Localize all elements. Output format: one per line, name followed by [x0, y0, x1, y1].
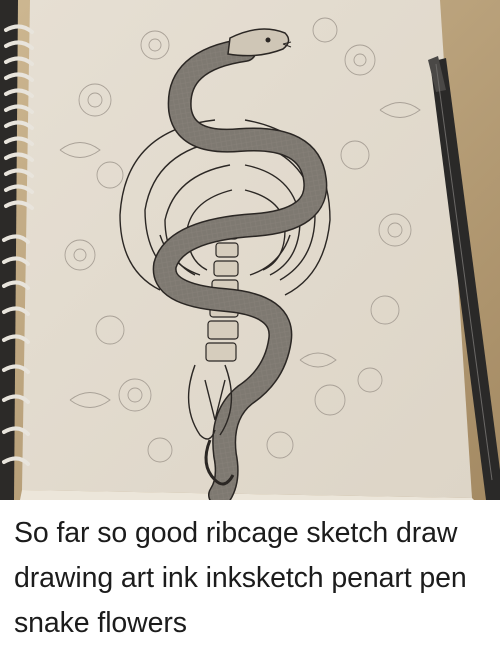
post-caption: So far so good ribcage sketch draw drawi…	[14, 517, 467, 639]
sketchbook-page	[22, 0, 472, 498]
sketch-photo	[0, 0, 500, 500]
